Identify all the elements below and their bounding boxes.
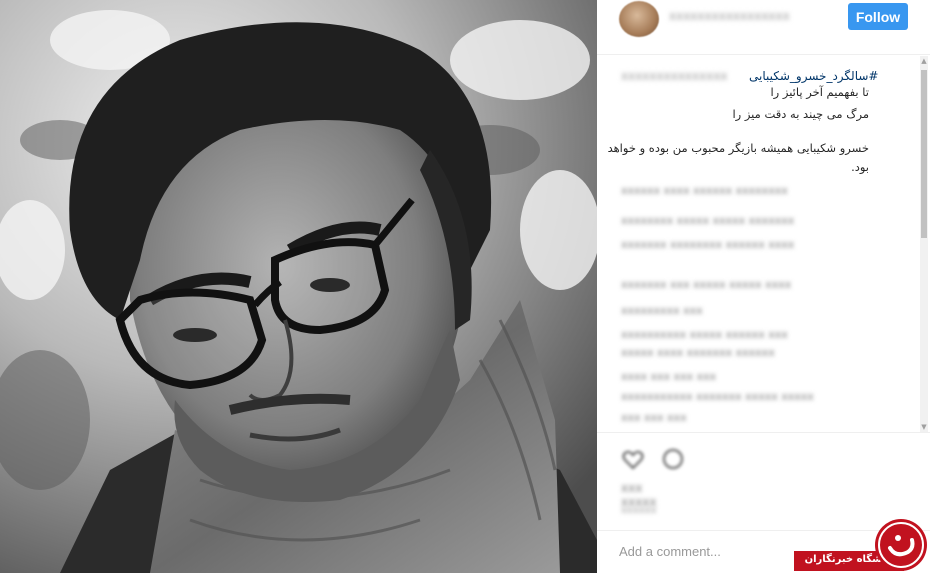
avatar[interactable]	[619, 1, 659, 37]
post-actions: xxx xxxxx xxxxxx	[597, 432, 930, 528]
comment-input[interactable]	[619, 541, 819, 561]
watermark-logo-icon	[875, 519, 927, 571]
comment-blurred: xxxxxxx xxxxxxxx xxxxxx xxxx	[621, 238, 795, 250]
post-photo	[0, 0, 597, 573]
caption-username-blurred[interactable]: xxxxxxxxxxxxxxx	[621, 69, 751, 83]
comment-blurred: xxxxxxxx xxxxx xxxxx xxxxxxx	[621, 214, 795, 226]
portrait-image	[0, 0, 597, 573]
comment-blurred: xxxx xxx xxx xxx	[621, 370, 717, 382]
comment-blurred: xxxxxxxxx xxx	[621, 304, 703, 316]
caption-line: خسرو شکیبایی همیشه بازیگر محبوب من بوده …	[607, 141, 869, 155]
caption-line: تا بفهمیم آخر پائیز را	[770, 85, 869, 99]
comments-scrollbar[interactable]: ▲ ▼	[920, 56, 928, 432]
comment-blurred: xxx xxx xxx	[621, 411, 687, 423]
likes-count-blurred: xxx xxxxx	[621, 481, 657, 509]
comment-blurred: xxxxx xxxx xxxxxxx xxxxxx	[621, 346, 775, 358]
comment-blurred: xxxxxxxxxxx xxxxxxx xxxxx xxxxx	[621, 390, 814, 402]
hashtag-link[interactable]: #سالگرد_خسرو_شکیبایی	[749, 69, 878, 83]
comment-icon[interactable]	[661, 447, 685, 471]
comment-blurred: xxxxxx xxxx xxxxxx xxxxxxxx	[621, 184, 788, 196]
comment-blurred: xxxxxxxxxx xxxxx xxxxxx xxx	[621, 328, 788, 340]
scroll-up-arrow-icon[interactable]: ▲	[920, 56, 928, 66]
username-blurred[interactable]: xxxxxxxxxxxxxxxxx	[669, 9, 809, 23]
post-header: xxxxxxxxxxxxxxxxx Follow	[597, 0, 930, 55]
comment-blurred: xxxxxxx xxx xxxxx xxxxx xxxx	[621, 278, 792, 290]
post-side-panel: xxxxxxxxxxxxxxxxx Follow xxxxxxxxxxxxxxx…	[597, 0, 930, 573]
scroll-down-arrow-icon[interactable]: ▼	[920, 422, 928, 432]
heart-icon[interactable]	[621, 447, 645, 471]
scroll-thumb[interactable]	[921, 70, 927, 238]
post-time-blurred: xxxxxx	[621, 505, 657, 516]
comments-list: xxxxxxxxxxxxxxx #سالگرد_خسرو_شکیبایی تا …	[597, 56, 927, 432]
caption-line: بود.	[851, 160, 869, 174]
follow-button[interactable]: Follow	[848, 3, 908, 30]
caption-line: مرگ می چیند به دقت میز را	[732, 107, 869, 121]
